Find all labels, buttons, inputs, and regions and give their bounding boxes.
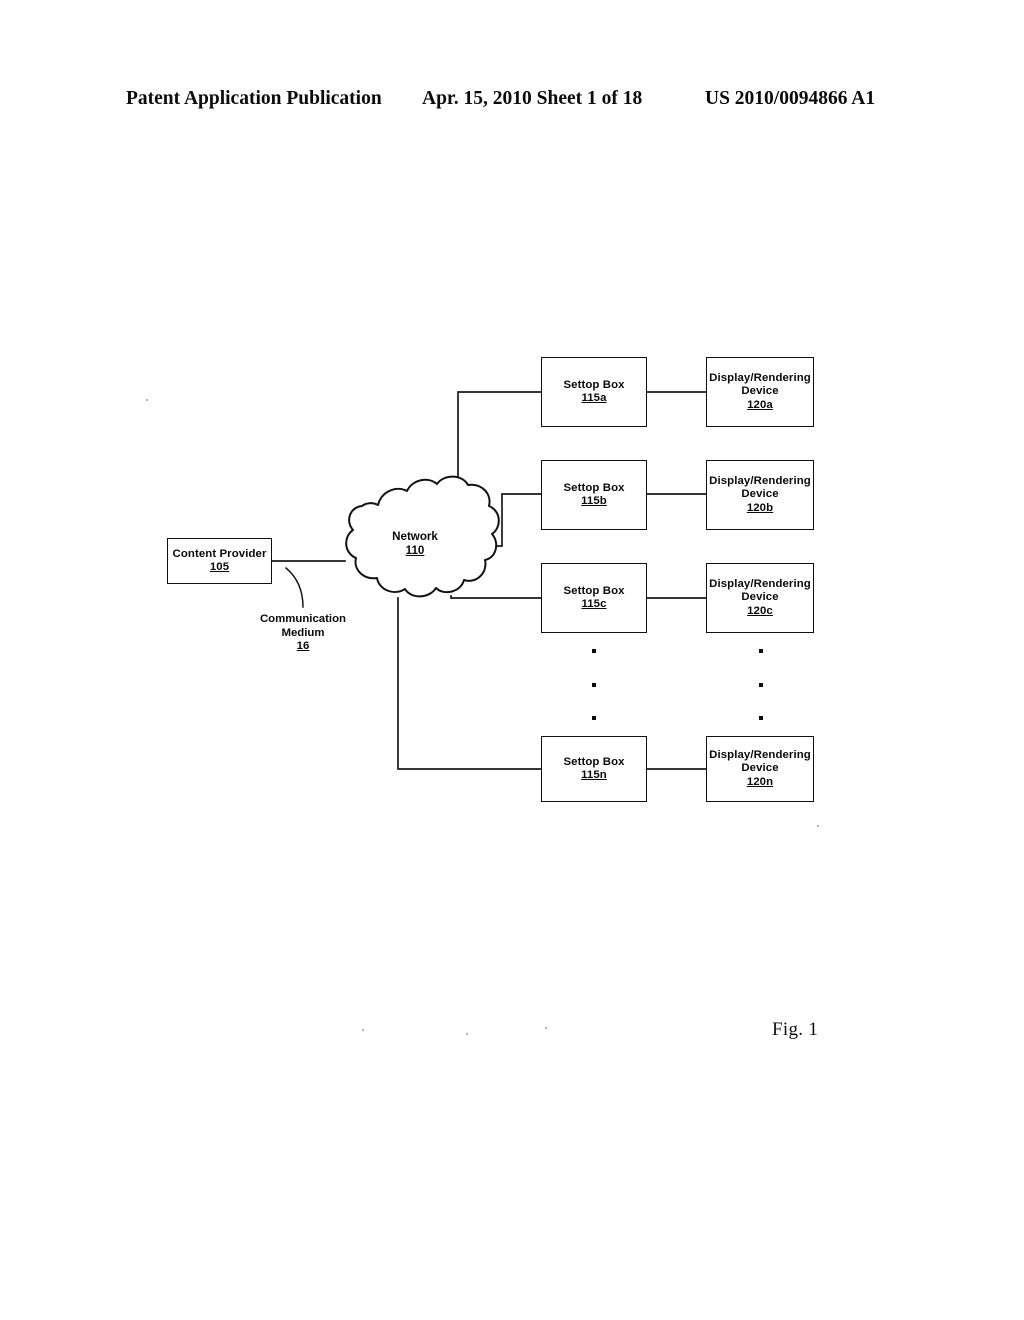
figure-caption: Fig. 1 xyxy=(772,1019,819,1040)
wire-network-to-settop-b xyxy=(484,493,542,547)
content-provider-ref: 105 xyxy=(209,561,230,573)
settop-box-ref: 115n xyxy=(581,769,607,781)
ellipsis-dot-display xyxy=(759,649,764,654)
ellipsis-dot-display xyxy=(759,716,764,721)
network-cloud-label[interactable]: Network 110 xyxy=(375,530,455,558)
display-rendering-device-120b[interactable]: Display/Rendering Device 120b xyxy=(706,460,814,530)
settop-box-ref: 115a xyxy=(581,392,607,404)
communication-medium-line2: Medium xyxy=(281,626,325,639)
display-device-line2: Device xyxy=(741,591,779,604)
display-rendering-device-120n[interactable]: Display/Rendering Device 120n xyxy=(706,736,814,802)
settop-box-title: Settop Box xyxy=(563,378,625,391)
wire-network-to-settop-a xyxy=(457,391,542,498)
display-device-ref: 120b xyxy=(746,501,774,514)
display-device-line1: Display/Rendering xyxy=(709,474,811,487)
ellipsis-dot-settop xyxy=(592,649,597,654)
wire-network-to-settop-c xyxy=(450,595,542,599)
display-device-line2: Device xyxy=(741,762,779,775)
settop-box-title: Settop Box xyxy=(563,755,625,768)
display-device-ref: 120c xyxy=(747,604,773,617)
display-device-line1: Display/Rendering xyxy=(709,371,811,384)
display-rendering-device-120c[interactable]: Display/Rendering Device 120c xyxy=(706,563,814,633)
settop-box-ref: 115b xyxy=(581,495,607,507)
scan-speck xyxy=(362,1029,365,1032)
display-device-line2: Device xyxy=(741,488,779,501)
display-device-line1: Display/Rendering xyxy=(709,748,811,761)
communication-medium-line1: Communication xyxy=(259,613,347,625)
scan-speck xyxy=(466,1033,469,1036)
wire-network-to-settop-n xyxy=(397,597,542,770)
display-device-line1: Display/Rendering xyxy=(709,577,811,590)
network-ref: 110 xyxy=(405,544,425,557)
diagram-connectors xyxy=(271,391,707,770)
settop-box-115b[interactable]: Settop Box 115b xyxy=(541,460,647,530)
settop-box-115c[interactable]: Settop Box 115c xyxy=(541,563,647,633)
settop-box-title: Settop Box xyxy=(563,584,625,597)
display-rendering-device-120a[interactable]: Display/Rendering Device 120a xyxy=(706,357,814,427)
settop-box-title: Settop Box xyxy=(563,481,625,494)
scan-speck xyxy=(146,399,149,402)
ellipsis-dot-settop xyxy=(592,683,597,688)
patent-page: Patent Application Publication Apr. 15, … xyxy=(0,0,1024,1320)
display-device-line2: Device xyxy=(741,385,779,398)
ellipsis-dot-settop xyxy=(592,716,597,721)
scan-speck xyxy=(545,1027,548,1030)
leader-communication-medium xyxy=(284,566,304,608)
ellipsis-dot-display xyxy=(759,683,764,688)
content-provider-box[interactable]: Content Provider 105 xyxy=(167,538,272,584)
display-device-ref: 120n xyxy=(746,775,774,788)
content-provider-title: Content Provider xyxy=(172,547,267,560)
network-title: Network xyxy=(392,530,438,543)
scan-speck xyxy=(817,825,820,828)
settop-box-115n[interactable]: Settop Box 115n xyxy=(541,736,647,802)
display-device-ref: 120a xyxy=(747,398,773,411)
figure-diagram: Content Provider 105 Network 110 Communi… xyxy=(0,0,1024,1320)
communication-medium-ref: 16 xyxy=(296,640,310,653)
settop-box-115a[interactable]: Settop Box 115a xyxy=(541,357,647,427)
communication-medium-label: Communication Medium 16 xyxy=(232,613,374,654)
settop-box-ref: 115c xyxy=(581,598,607,610)
